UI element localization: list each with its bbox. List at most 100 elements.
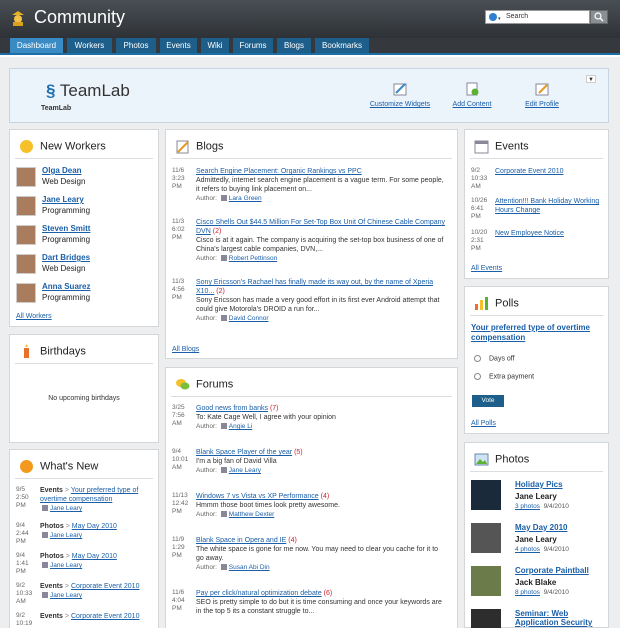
worker-dept: Web Design bbox=[42, 264, 86, 273]
post-title-link[interactable]: Search Engine Placement: Organic Ranking… bbox=[196, 168, 362, 175]
poll-question-link[interactable]: Your preferred type of overtime compensa… bbox=[471, 323, 601, 343]
event-link[interactable]: Corporate Event 2010 bbox=[495, 168, 564, 175]
photo-count-link[interactable]: 8 photos bbox=[515, 589, 540, 596]
author-link[interactable]: Matthew Dexter bbox=[229, 511, 275, 518]
event-link[interactable]: Attention!!! Bank Holiday Working Hours … bbox=[495, 198, 599, 214]
radio-button[interactable] bbox=[474, 355, 481, 362]
item-body: Events > Corporate Event 2010 bbox=[40, 612, 152, 621]
post-author: Author: Matthew Dexter bbox=[196, 510, 446, 519]
worker-name[interactable]: Olga Dean bbox=[42, 166, 82, 175]
album-thumbnail[interactable] bbox=[471, 609, 501, 628]
author-link[interactable]: Jane Leary bbox=[50, 505, 82, 512]
tab-events[interactable]: Events bbox=[160, 38, 197, 53]
post-excerpt: The white space is gone for me now. You … bbox=[196, 546, 439, 562]
globe-icon[interactable] bbox=[489, 13, 497, 21]
worker-dept: Programming bbox=[42, 206, 91, 215]
all-blogs-link[interactable]: All Blogs bbox=[172, 346, 199, 353]
topic-link[interactable]: Good news from banks bbox=[196, 405, 268, 412]
album-thumbnail[interactable] bbox=[471, 480, 501, 510]
topic-link[interactable]: Blank Space Player of the year bbox=[196, 449, 292, 456]
avatar[interactable] bbox=[16, 283, 36, 303]
worker-name[interactable]: Anna Suarez bbox=[42, 282, 90, 291]
item-body: Events > Corporate Event 2010 Jane Leary bbox=[40, 582, 152, 600]
calendar-icon bbox=[474, 140, 489, 154]
author-link[interactable]: Jane Leary bbox=[50, 562, 82, 569]
teamlab-logo-mark: § bbox=[46, 81, 56, 100]
album-title-link[interactable]: Corporate Paintball bbox=[515, 566, 605, 575]
topic-link[interactable]: Blank Space in Opera and IE bbox=[196, 537, 286, 544]
comment-count: (2) bbox=[212, 228, 222, 235]
avatar[interactable] bbox=[16, 225, 36, 245]
chevron-down-icon[interactable]: ▾ bbox=[498, 13, 501, 25]
item-link[interactable]: May Day 2010 bbox=[72, 553, 117, 560]
worker-dept: Web Design bbox=[42, 177, 86, 186]
item-link[interactable]: May Day 2010 bbox=[72, 523, 117, 530]
event-date: 10/26 6:41 PM bbox=[471, 197, 491, 221]
header-menu-dropdown[interactable]: ▼ bbox=[586, 75, 596, 83]
event-date: 10/20 2:31 PM bbox=[471, 229, 491, 253]
post-title-link[interactable]: Sony Ericsson's Rachael has finally made… bbox=[196, 279, 433, 295]
worker-name[interactable]: Jane Leary bbox=[42, 195, 84, 204]
album-thumbnail[interactable] bbox=[471, 523, 501, 553]
album-thumbnail[interactable] bbox=[471, 566, 501, 596]
add-content-action[interactable]: Add Content bbox=[446, 81, 498, 108]
album-title-link[interactable]: Holiday Pics bbox=[515, 480, 605, 489]
author-link[interactable]: Susan Abi Din bbox=[229, 564, 270, 571]
author-link[interactable]: Jane Leary bbox=[229, 467, 261, 474]
edit-profile-action[interactable]: Edit Profile bbox=[517, 81, 567, 108]
user-icon bbox=[220, 315, 227, 322]
item-date: 9/4 1:41 PM bbox=[16, 552, 36, 576]
add-content-link[interactable]: Add Content bbox=[453, 101, 492, 108]
date-ampm: PM bbox=[172, 508, 182, 515]
all-polls-link[interactable]: All Polls bbox=[471, 420, 496, 427]
tab-bookmarks[interactable]: Bookmarks bbox=[315, 38, 369, 53]
photo-count-link[interactable]: 3 photos bbox=[515, 503, 540, 510]
topic-link[interactable]: Pay per click/natural optimization debat… bbox=[196, 590, 322, 597]
all-events-link[interactable]: All Events bbox=[471, 265, 502, 272]
author-link[interactable]: Lara Green bbox=[229, 195, 262, 202]
worker-name[interactable]: Steven Smitt bbox=[42, 224, 90, 233]
date-day: 3/25 bbox=[172, 404, 185, 411]
chat-bubbles-icon bbox=[176, 379, 190, 390]
tab-workers[interactable]: Workers bbox=[67, 38, 112, 53]
avatar[interactable] bbox=[16, 167, 36, 187]
topic-link[interactable]: Windows 7 vs Vista vs XP Performance bbox=[196, 493, 319, 500]
item-date: 9/2 10:19 bbox=[16, 612, 36, 628]
tab-dashboard[interactable]: Dashboard bbox=[10, 38, 63, 53]
event-link[interactable]: New Employee Notice bbox=[495, 230, 564, 237]
top-bar: Community ▾ Search bbox=[0, 0, 620, 38]
album-title-link[interactable]: Seminar: Web Application Security bbox=[515, 609, 605, 627]
radio-button[interactable] bbox=[474, 373, 481, 380]
worker-name[interactable]: Dart Bridges bbox=[42, 253, 90, 262]
customize-widgets-link[interactable]: Customize Widgets bbox=[370, 101, 430, 108]
post-title-link[interactable]: Cisco Shells Out $44.5 Million For Set-T… bbox=[196, 219, 445, 235]
date-ampm: PM bbox=[471, 213, 481, 220]
search-input[interactable]: ▾ Search bbox=[485, 10, 590, 24]
reply-count: (4) bbox=[320, 493, 330, 500]
photos-widget: Photos Holiday Pics Jane Leary 3 photos … bbox=[464, 442, 609, 628]
poll-option[interactable]: Extra payment bbox=[474, 373, 534, 380]
customize-widgets-action[interactable]: Customize Widgets bbox=[365, 81, 435, 108]
author-link[interactable]: David Connor bbox=[229, 315, 269, 322]
vote-button[interactable]: Vote bbox=[472, 395, 504, 407]
tab-forums[interactable]: Forums bbox=[233, 38, 273, 53]
avatar[interactable] bbox=[16, 254, 36, 274]
author-link[interactable]: Jane Leary bbox=[50, 532, 82, 539]
item-link[interactable]: Corporate Event 2010 bbox=[71, 613, 140, 620]
author-link[interactable]: Angie Li bbox=[229, 423, 253, 430]
item-link[interactable]: Corporate Event 2010 bbox=[71, 583, 140, 590]
date-time: 6:02 bbox=[172, 226, 185, 233]
author-link[interactable]: Jane Leary bbox=[50, 592, 82, 599]
album-title-link[interactable]: May Day 2010 bbox=[515, 523, 605, 532]
edit-profile-link[interactable]: Edit Profile bbox=[525, 101, 559, 108]
tab-wiki[interactable]: Wiki bbox=[201, 38, 229, 53]
poll-option[interactable]: Days off bbox=[474, 355, 515, 362]
item-type: Events bbox=[40, 583, 63, 590]
search-button[interactable] bbox=[590, 10, 608, 24]
avatar[interactable] bbox=[16, 196, 36, 216]
tab-photos[interactable]: Photos bbox=[116, 38, 156, 53]
author-link[interactable]: Robert Pettinson bbox=[229, 255, 277, 262]
tab-blogs[interactable]: Blogs bbox=[277, 38, 311, 53]
photo-count-link[interactable]: 4 photos bbox=[515, 546, 540, 553]
all-workers-link[interactable]: All Workers bbox=[16, 313, 52, 320]
